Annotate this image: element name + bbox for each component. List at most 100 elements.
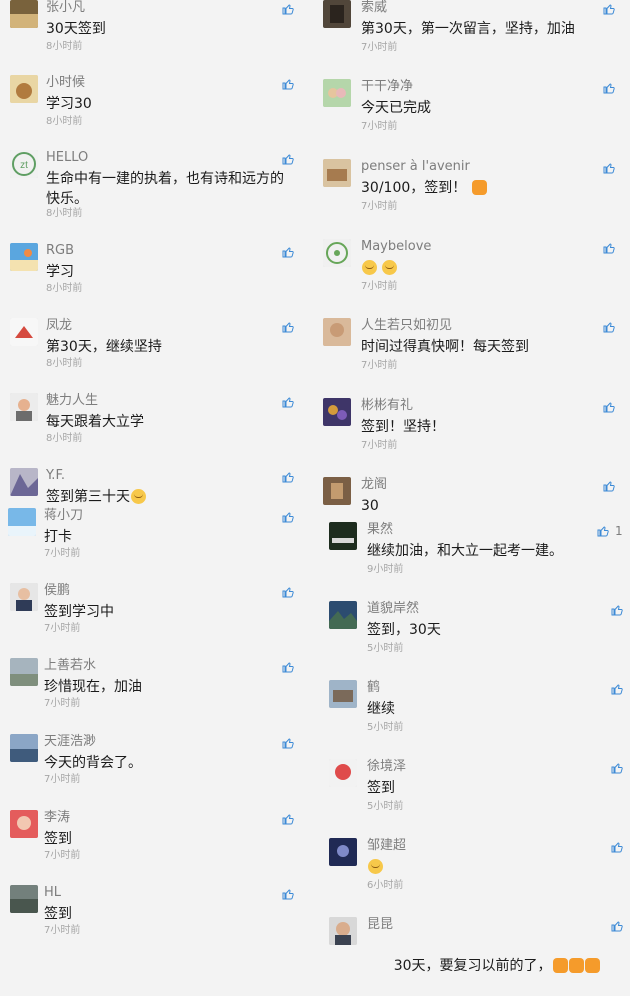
like-button[interactable] xyxy=(282,152,296,166)
comment-item: 道貌岸然 签到，30天 5小时前 xyxy=(323,601,623,661)
fist-emoji-icon xyxy=(471,180,487,195)
commenter-name[interactable]: penser à l'avenir xyxy=(361,159,470,175)
thumbs-up-icon xyxy=(603,243,615,254)
avatar[interactable] xyxy=(10,243,38,271)
avatar[interactable] xyxy=(323,477,351,505)
avatar[interactable] xyxy=(10,318,38,346)
commenter-name[interactable]: 干干净净 xyxy=(361,79,413,95)
comment-item: HL 签到 7小时前 xyxy=(10,885,302,945)
commenter-name[interactable]: 索威 xyxy=(361,0,387,16)
like-button[interactable] xyxy=(611,919,625,933)
avatar[interactable] xyxy=(10,75,38,103)
commenter-name[interactable]: 徐境泽 xyxy=(367,759,406,775)
avatar[interactable] xyxy=(10,810,38,838)
avatar[interactable] xyxy=(329,522,357,550)
comment-item: 昆昆 30天，要复习以前的了， xyxy=(323,917,625,974)
like-button[interactable] xyxy=(282,470,296,484)
smile-emoji-icon xyxy=(131,489,146,504)
comment-text: 签到学习中 xyxy=(44,604,114,620)
like-button[interactable] xyxy=(282,736,296,750)
comment-time: 6小时前 xyxy=(367,880,404,891)
avatar[interactable] xyxy=(323,79,351,107)
commenter-name[interactable]: 彬彬有礼 xyxy=(361,398,413,414)
avatar[interactable] xyxy=(10,583,38,611)
avatar[interactable] xyxy=(10,468,38,496)
like-button[interactable] xyxy=(603,2,617,16)
comment-time: 5小时前 xyxy=(367,801,404,812)
avatar[interactable] xyxy=(323,318,351,346)
like-button[interactable] xyxy=(611,761,625,775)
comment-text: 继续加油，和大立一起考一建。 xyxy=(367,543,563,559)
like-button[interactable] xyxy=(282,585,296,599)
like-button[interactable] xyxy=(603,320,617,334)
commenter-name[interactable]: 蒋小刀 xyxy=(44,508,83,524)
avatar[interactable] xyxy=(329,917,357,945)
thumbs-up-icon xyxy=(611,921,623,932)
avatar[interactable] xyxy=(10,393,38,421)
thumbs-up-icon xyxy=(282,154,294,165)
commenter-name[interactable]: 上善若水 xyxy=(44,658,96,674)
commenter-name[interactable]: 天涯浩渺 xyxy=(44,734,96,750)
like-button[interactable] xyxy=(282,510,296,524)
commenter-name[interactable]: 李涛 xyxy=(44,810,70,826)
avatar[interactable] xyxy=(323,398,351,426)
avatar[interactable] xyxy=(329,838,357,866)
thumbs-up-icon xyxy=(282,662,294,673)
comment-text: 签到 xyxy=(367,780,395,796)
like-button[interactable] xyxy=(282,320,296,334)
like-button[interactable] xyxy=(611,840,625,854)
commenter-name[interactable]: 龙阁 xyxy=(361,477,387,493)
thumbs-up-icon xyxy=(603,4,615,15)
avatar[interactable] xyxy=(323,159,351,187)
commenter-name[interactable]: HELLO xyxy=(46,150,88,166)
avatar[interactable] xyxy=(10,885,38,913)
comment-item: 魅力人生 每天跟着大立学 8小时前 xyxy=(10,393,302,453)
commenter-name[interactable]: HL xyxy=(44,885,61,901)
thumbs-up-icon xyxy=(611,684,623,695)
like-button[interactable] xyxy=(603,161,617,175)
avatar[interactable] xyxy=(329,680,357,708)
thumbs-up-icon xyxy=(282,814,294,825)
like-button[interactable] xyxy=(282,395,296,409)
commenter-name[interactable]: 张小凡 xyxy=(46,0,85,16)
like-button[interactable] xyxy=(282,812,296,826)
commenter-name[interactable]: 凤龙 xyxy=(46,318,72,334)
comment-text xyxy=(367,857,607,877)
like-button[interactable] xyxy=(282,660,296,674)
thumbs-up-icon xyxy=(603,83,615,94)
avatar[interactable] xyxy=(329,759,357,787)
commenter-name[interactable]: RGB xyxy=(46,243,74,259)
avatar[interactable] xyxy=(323,239,351,267)
commenter-name[interactable]: 人生若只如初见 xyxy=(361,318,452,334)
avatar[interactable] xyxy=(329,601,357,629)
like-button[interactable]: 1 xyxy=(597,524,625,538)
commenter-name[interactable]: Y.F. xyxy=(46,468,65,484)
like-button[interactable] xyxy=(282,77,296,91)
like-button[interactable] xyxy=(611,603,625,617)
commenter-name[interactable]: 魅力人生 xyxy=(46,393,98,409)
avatar[interactable] xyxy=(323,0,351,28)
commenter-name[interactable]: Maybelove xyxy=(361,239,431,255)
like-button[interactable] xyxy=(603,241,617,255)
like-button[interactable] xyxy=(282,245,296,259)
commenter-name[interactable]: 侯鹏 xyxy=(44,583,70,599)
like-button[interactable] xyxy=(603,400,617,414)
avatar[interactable]: zt xyxy=(10,150,38,178)
comment-item: Maybelove 7小时前 xyxy=(323,239,623,299)
like-button[interactable] xyxy=(603,81,617,95)
avatar[interactable] xyxy=(10,0,38,28)
commenter-name[interactable]: 昆昆 xyxy=(367,917,393,933)
like-button[interactable] xyxy=(282,887,296,901)
avatar[interactable] xyxy=(8,508,36,536)
comment-time: 8小时前 xyxy=(46,433,83,444)
commenter-name[interactable]: 果然 xyxy=(367,522,393,538)
avatar[interactable] xyxy=(10,734,38,762)
commenter-name[interactable]: 小时候 xyxy=(46,75,85,91)
like-button[interactable] xyxy=(282,2,296,16)
like-button[interactable] xyxy=(611,682,625,696)
commenter-name[interactable]: 道貌岸然 xyxy=(367,601,419,617)
like-button[interactable] xyxy=(603,479,617,493)
avatar[interactable] xyxy=(10,658,38,686)
commenter-name[interactable]: 鹤 xyxy=(367,680,380,696)
commenter-name[interactable]: 邹建超 xyxy=(367,838,406,854)
